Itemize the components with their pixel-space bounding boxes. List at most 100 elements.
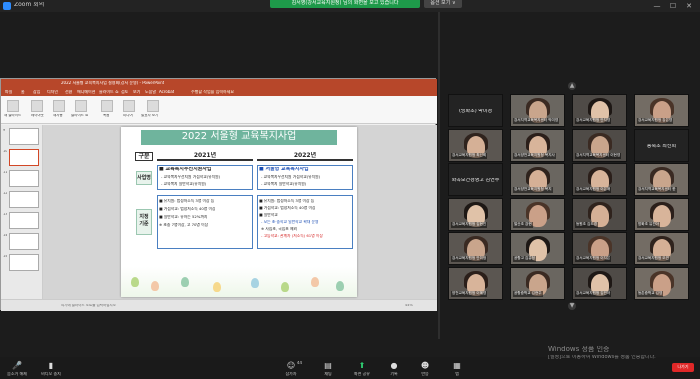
participant-name: 강서지역교육복지센터 한 [637,187,677,193]
presenter-view-icon[interactable] [147,100,159,112]
maximize-icon[interactable]: ☐ [668,2,678,10]
current-slide[interactable]: 2022 서울형 교육복지사업 구분 2021년 2022년 사업명 ■ 교육복… [121,127,357,297]
slide-thumbnail[interactable] [9,233,39,250]
participant-tile[interactable]: 강서지역교육복지센터 한 [634,163,689,196]
gallery-page-up-icon[interactable]: ▲ [568,82,576,90]
ppt-tab[interactable]: 보기 [133,90,140,94]
ppt-tab[interactable]: 디자인 [47,90,58,94]
participant-tile[interactable]: 방화초 유진아 [634,197,689,231]
ppt-tab[interactable]: Acrobat [159,90,174,94]
apps-button[interactable]: 앱 [440,372,474,376]
leave-button[interactable]: 나가기 [672,363,694,372]
view-options-button[interactable]: 옵션 보기 ∨ [424,0,462,8]
participants-button[interactable]: 참가자 [274,372,308,376]
layout-icon[interactable] [31,100,43,112]
participant-tile[interactable]: 강서지역교육복지센터 이현영 [572,128,627,162]
ribbon-label: 슬라이드 쇼 [71,114,89,117]
slide-text: ■ 유치원: 법정저소득 3명 이상 등 [259,199,315,203]
slide-text: ■ 일반학교 [259,213,278,217]
ppt-tab[interactable]: 삽입 [33,90,40,94]
column-2021: 2021년 [157,152,253,161]
ppt-tab[interactable]: 슬라이드 쇼 [99,90,119,94]
mic-muted-icon[interactable]: 🎤 [12,361,22,370]
participant-tile[interactable]: 강서양천교육지원청 복지사 [510,128,565,162]
slide-text: ※ 사립초, 국립초 제외 [261,227,297,231]
participant-tile[interactable]: 강서교육지원청 김현진 [448,197,503,231]
participant-tile[interactable]: 공항중학교 김현주 [510,266,565,300]
ppt-tab[interactable]: 도움말 [145,90,156,94]
panel-divider[interactable] [438,12,440,339]
participant-tile[interactable]: 등촌중학교 김영 [634,266,689,300]
participant-name: 화곡보건경영고 김연주 [451,178,500,183]
ppt-tab[interactable]: 파일 [5,90,12,94]
participant-tile[interactable]: 양천교육지원청 이혜영 [448,266,503,300]
slide-thumbnail[interactable] [9,128,39,145]
ppt-tab[interactable]: 홈 [21,90,25,94]
reactions-button[interactable]: 반응 [408,372,442,376]
ppt-tab[interactable]: 검토 [121,90,128,94]
share-screen-icon[interactable]: ⬆ [357,361,367,370]
participant-tile[interactable]: 강서교육지원청 강은영 [634,94,689,127]
slide-thumbnail[interactable] [9,212,39,229]
participant-tile[interactable]: 강서교육지원청 최선희 [448,128,503,162]
share-screen-button[interactable]: 화면 공유 [345,372,379,376]
participant-tile[interactable]: 강서양천교육지원청 복지 [510,163,565,196]
close-icon[interactable]: ✕ [684,2,694,10]
participant-tile[interactable]: 등축초 최선희 [634,128,689,162]
ppt-search-hint[interactable]: 수행할 작업을 입력하세요 [191,90,234,94]
reuse-icon[interactable] [53,100,65,112]
participant-tile[interactable]: 발산초 강현 [510,197,565,231]
slide-text: ■ 서울형 교육복지사업 [259,167,309,172]
participant-tile[interactable]: 강서교육지원청 김민아 [572,266,627,300]
gallery-page-down-icon[interactable]: ▼ [568,302,576,310]
slide-thumbnail-selected[interactable] [9,149,39,166]
reactions-icon[interactable]: ☻ [420,361,430,370]
participant-name: 방화초 유진아 [637,221,660,228]
participant-tile[interactable]: 강서교육지원청 이은애 [572,163,627,196]
participant-tile[interactable]: 강서지역교육복지센터 박미영 [510,94,565,127]
slide-thumbnail[interactable] [9,191,39,208]
participant-name: 강서교육지원청 최선희 [451,152,488,159]
slide-thumbnail[interactable] [9,170,39,187]
unmute-button[interactable]: 음소거 해제 [0,372,34,376]
slide-text: - 고등학교: 관계자 (저소득) 61명 이상 [261,234,323,238]
record-audio-icon[interactable] [101,100,113,112]
participant-tile[interactable]: 강서교육지원청 이지은 [572,232,627,265]
zoom-level[interactable]: 44% [405,304,413,308]
slide-notes-placeholder[interactable]: 여기에 슬라이드 노트를 입력하십시오 [61,304,116,308]
participant-tile[interactable]: 공항고 김유정 [510,232,565,265]
new-slide-icon[interactable] [7,100,19,112]
participant-tile[interactable]: (방화초) 박미경 [448,94,503,127]
screen-share-notice[interactable]: 김서영(강서교육지원청) 님의 화면을 보고 있습니다 [270,0,420,8]
participant-name: 강서교육지원청 오연 [637,256,670,262]
participant-tile[interactable]: 등원초 김도경 [572,197,627,231]
participant-tile[interactable]: 강서교육지원청 안지영 [572,94,627,127]
zoom-window-title: Zoom 회의 [14,2,45,8]
record-button[interactable]: 기록 [377,372,411,376]
minimize-icon[interactable]: — [652,2,662,10]
slideshow-icon[interactable] [75,100,87,112]
media-icon[interactable] [123,100,135,112]
participant-tile[interactable]: 화곡보건경영고 김연주 [448,163,503,196]
ppt-window-title: 2022 서울형 교육복지사업 설명회(강서 운영) - PowerPoint [61,81,165,85]
video-camera-icon[interactable]: ▮ [46,361,56,370]
column-2022: 2022년 [257,152,353,161]
chat-button[interactable]: 채팅 [311,372,345,376]
stop-video-button[interactable]: 비디오 중지 [34,372,68,376]
record-icon[interactable]: ● [389,361,399,370]
participant-name: 강서교육지원청 안미정 [451,256,488,262]
ppt-tab[interactable]: 전환 [65,90,72,94]
apps-icon[interactable]: ▦ [452,361,462,370]
participant-tile[interactable]: 강서교육지원청 오연 [634,232,689,265]
slide-thumbnail[interactable] [9,254,39,271]
chat-icon[interactable]: ▤ [323,361,333,370]
participant-name: (방화초) 박미경 [458,109,493,114]
thumb-number: 10 [3,150,8,153]
participant-name: 등원초 김도경 [575,221,598,228]
participants-icon[interactable]: ☺ [286,361,296,370]
participant-name: 강서교육지원청 김현진 [451,221,488,228]
participant-tile[interactable]: 강서교육지원청 안미정 [448,232,503,265]
ppt-tab[interactable]: 애니메이션 [77,90,95,94]
shared-powerpoint-window: 2022 서울형 교육복지사업 설명회(강서 운영) - PowerPoint … [0,78,437,311]
slide-editor-area: 2022 서울형 교육복지사업 구분 2021년 2022년 사업명 ■ 교육복… [43,125,437,299]
